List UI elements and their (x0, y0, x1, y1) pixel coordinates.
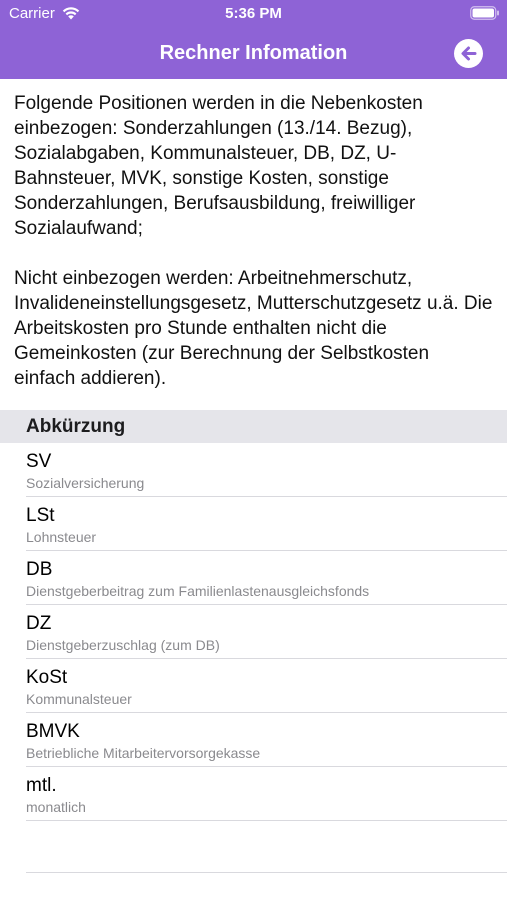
abbreviation-description: Sozialversicherung (26, 475, 145, 491)
navigation-bar: Rechner Infomation (0, 28, 507, 79)
abbreviation: mtl. (26, 775, 57, 796)
back-button[interactable] (454, 39, 483, 68)
list-item: SV Sozialversicherung (0, 443, 507, 497)
abbreviation-description: Dienstgeberzuschlag (zum DB) (26, 637, 220, 653)
info-text: Folgende Positionen werden in die Nebenk… (14, 91, 494, 391)
section-header: Abkürzung (0, 410, 507, 443)
status-bar: Carrier 5:36 PM (0, 0, 507, 28)
info-paragraph-included: Folgende Positionen werden in die Nebenk… (14, 93, 423, 239)
list-item: BMVK Betriebliche Mitarbeitervorsorgekas… (0, 713, 507, 767)
abbreviation-list: SV Sozialversicherung LSt Lohnsteuer DB … (0, 443, 507, 821)
abbreviation: DB (26, 559, 53, 580)
abbreviation-description: Kommunalsteuer (26, 691, 132, 707)
status-time: 5:36 PM (225, 5, 282, 22)
battery-icon (470, 6, 499, 20)
abbreviation: DZ (26, 613, 52, 634)
list-item: mtl. monatlich (0, 767, 507, 821)
header-bar: Carrier 5:36 PM Rechner Infomation (0, 0, 507, 79)
abbreviation-description: Betriebliche Mitarbeitervorsorgekasse (26, 745, 261, 761)
abbreviation-description: Dienstgeberbeitrag zum Familienlastenaus… (26, 583, 370, 599)
arrow-left-circle-icon (461, 46, 477, 61)
page-title: Rechner Infomation (159, 42, 348, 64)
abbreviation: LSt (26, 505, 55, 526)
section-title: Abkürzung (26, 416, 126, 437)
abbreviation-description: Lohnsteuer (26, 529, 97, 545)
abbreviation-description: monatlich (26, 799, 86, 815)
list-item: LSt Lohnsteuer (0, 497, 507, 551)
info-paragraph-excluded: Nicht einbezogen werden: Arbeitnehmersch… (14, 268, 493, 389)
abbreviation: BMVK (26, 721, 80, 742)
abbreviation: SV (26, 451, 52, 472)
abbreviation: KoSt (26, 667, 68, 688)
list-item: DZ Dienstgeberzuschlag (zum DB) (0, 605, 507, 659)
list-item: DB Dienstgeberbeitrag zum Familienlasten… (0, 551, 507, 605)
list-item: KoSt Kommunalsteuer (0, 659, 507, 713)
divider (26, 872, 507, 873)
